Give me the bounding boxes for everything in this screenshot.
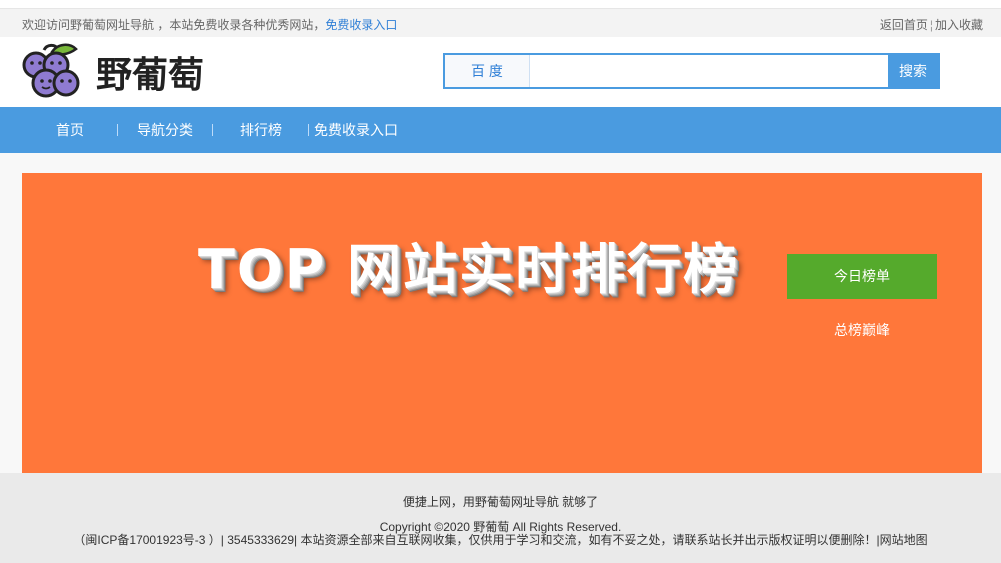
link-separator: ¦ <box>929 18 933 32</box>
nav-item-home[interactable]: 首页 <box>56 107 84 153</box>
nav-item-free-submit[interactable]: 免费收录入口 <box>314 107 398 153</box>
nav-divider <box>212 124 213 136</box>
add-favorite-link[interactable]: 加入收藏 <box>935 18 983 32</box>
nav-item-rankings[interactable]: 排行榜 <box>240 107 282 153</box>
grape-logo-icon: 野葡萄 <box>22 43 204 98</box>
footer-icp-notice: （闽ICP备17001923号-3 ）| 3545333629| 本站资源全部来… <box>73 533 928 547</box>
tab-all-time-ranking[interactable]: 总榜巅峰 <box>787 308 937 353</box>
welcome-text: 欢迎访问野葡萄网址导航 ，本站免费收录各种优秀网站， <box>22 18 326 32</box>
nav-divider <box>308 124 309 136</box>
free-submit-link[interactable]: 免费收录入口 <box>325 18 397 32</box>
ranking-banner: TOP 网站实时排行榜 今日榜单 总榜巅峰 <box>22 173 982 473</box>
banner-title: TOP 网站实时排行榜 <box>198 238 740 301</box>
tab-today-ranking[interactable]: 今日榜单 <box>787 254 937 299</box>
search-input[interactable] <box>531 57 885 85</box>
back-home-link[interactable]: 返回首页 <box>880 18 928 32</box>
top-info-bar: 欢迎访问野葡萄网址导航 ，本站免费收录各种优秀网站，免费收录入口 返回首页 ¦ 加入… <box>0 8 1001 38</box>
main-nav: 首页 导航分类 排行榜 免费收录入口 <box>0 107 1001 153</box>
site-header: 野葡萄 百 度 搜索 <box>0 37 1001 107</box>
nav-item-categories[interactable]: 导航分类 <box>137 107 193 153</box>
top-right-links: 返回首页 ¦ 加入收藏 <box>880 16 983 33</box>
search-box: 百 度 搜索 <box>443 53 940 89</box>
footer-slogan: 便捷上网，用野葡萄网址导航 就够了 <box>402 495 599 509</box>
search-button[interactable]: 搜索 <box>888 55 938 87</box>
site-footer: 便捷上网，用野葡萄网址导航 就够了 Copyright ©2020 野葡萄 Al… <box>0 473 1001 563</box>
welcome-message: 欢迎访问野葡萄网址导航 ，本站免费收录各种优秀网站，免费收录入口 <box>22 16 397 33</box>
site-logo[interactable]: 野葡萄 <box>22 41 242 103</box>
search-engine-selector[interactable]: 百 度 <box>445 55 530 87</box>
logo-text: 野葡萄 <box>96 55 204 96</box>
nav-divider <box>117 124 118 136</box>
